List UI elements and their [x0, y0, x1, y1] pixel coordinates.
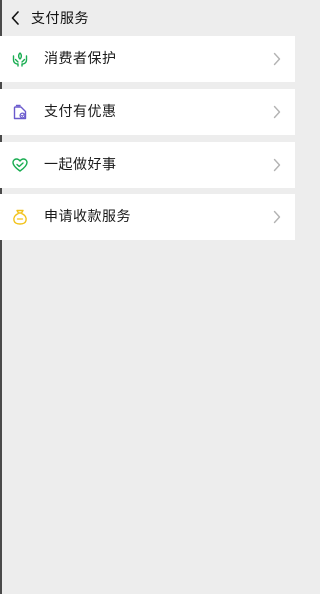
chevron-right-icon [273, 52, 281, 66]
list-item-consumer-protection[interactable]: 消费者保护 [0, 36, 295, 82]
chevron-right-icon [273, 158, 281, 172]
protect-hands-icon [11, 50, 29, 68]
list-item-apply-payment-collection[interactable]: 申请收款服务 [0, 194, 295, 240]
chevron-left-icon[interactable] [8, 11, 22, 25]
list-item-label: 一起做好事 [44, 157, 117, 173]
chevron-right-icon [273, 105, 281, 119]
list-item-label: 消费者保护 [44, 51, 117, 67]
discount-bag-icon [11, 103, 29, 121]
list-item-label: 申请收款服务 [44, 209, 131, 225]
charity-heart-icon [11, 156, 29, 174]
list-item-do-good-together[interactable]: 一起做好事 [0, 142, 295, 188]
chevron-right-icon [273, 210, 281, 224]
page-title: 支付服务 [31, 11, 89, 27]
list-item-label: 支付有优惠 [44, 104, 117, 120]
top-bar: 支付服务 [0, 0, 303, 36]
list-item-payment-discounts[interactable]: 支付有优惠 [0, 89, 295, 135]
money-bag-icon [11, 208, 29, 226]
